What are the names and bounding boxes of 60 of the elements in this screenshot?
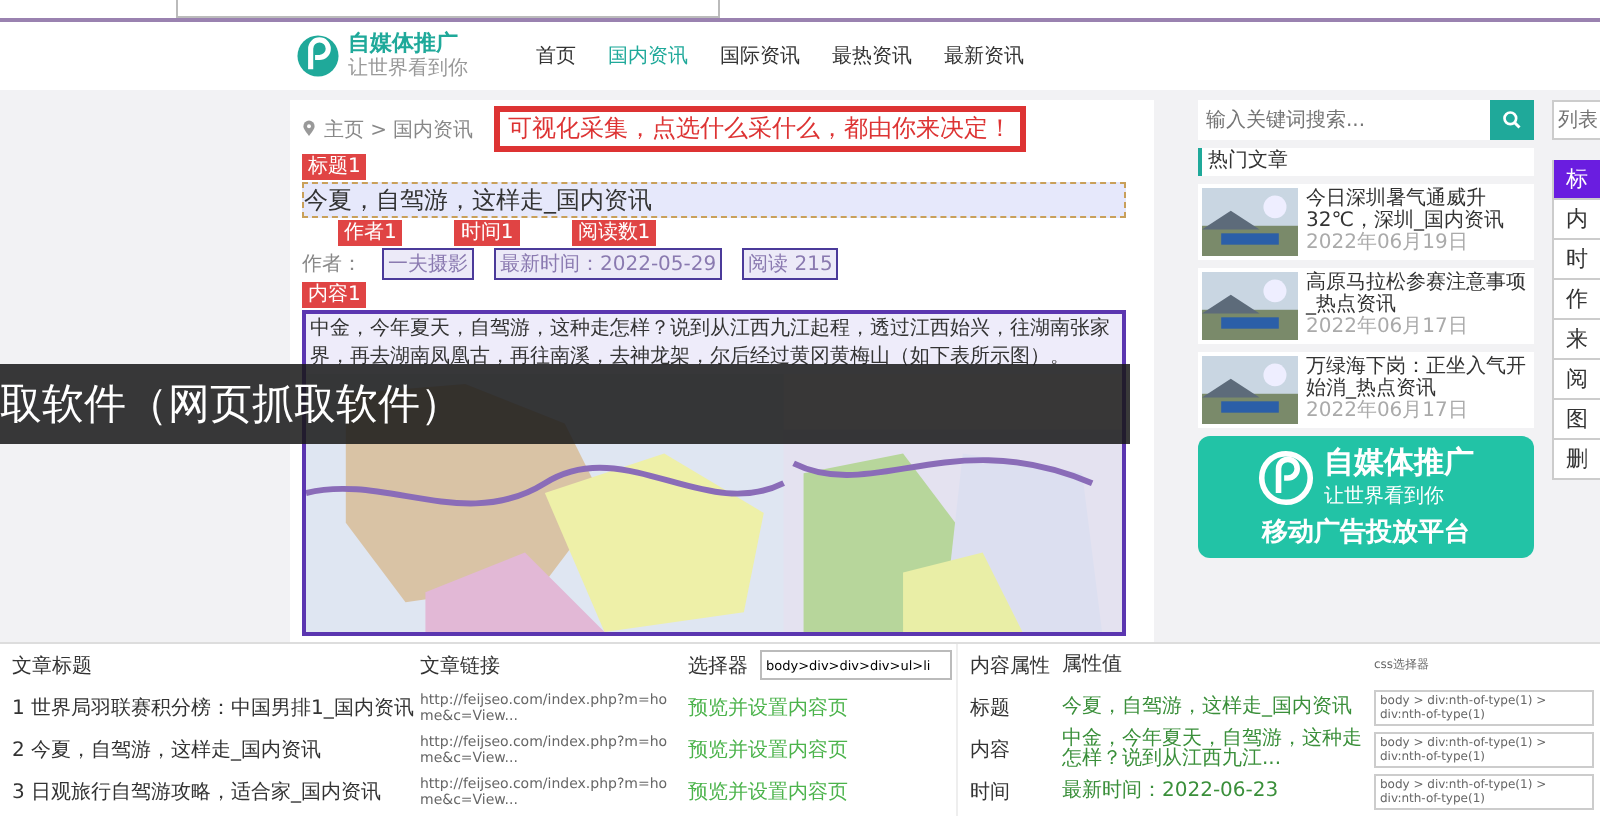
search-field[interactable]: 列表 <box>1552 100 1600 140</box>
field-button[interactable]: 图 <box>1552 400 1600 440</box>
logo-tagline: 让世界看到你 <box>348 57 468 80</box>
section-heading: 热门文章 <box>1198 148 1534 176</box>
field-button[interactable]: 来 <box>1552 320 1600 360</box>
article-date: 2022年06月17日 <box>1306 400 1470 424</box>
nav-link[interactable]: 最热资讯 <box>832 42 912 70</box>
article-date: 2022年06月19日 <box>1306 232 1470 256</box>
author-label: 作者： <box>302 251 362 278</box>
field-button[interactable]: 标 <box>1552 160 1600 200</box>
column-header: 文章标题 <box>12 653 94 679</box>
field-button[interactable]: 删 <box>1552 440 1600 480</box>
meta-value: 一夫摄影 <box>382 248 474 280</box>
column-header: 内容属性 <box>970 653 1052 679</box>
location-pin-icon <box>302 120 316 138</box>
nav-link[interactable]: 国际资讯 <box>720 42 800 70</box>
field-tag: 作者1 <box>338 220 403 246</box>
column-header: 文章链接 <box>420 653 502 679</box>
search-button[interactable] <box>1490 100 1534 140</box>
field-tag: 标题1 <box>302 154 367 180</box>
article-link[interactable]: 万绿海下岗：正坐入气开始消_热点资讯 <box>1306 356 1530 400</box>
search-icon[interactable] <box>1502 110 1522 130</box>
table-cell-text: 1 世界局羽联赛积分榜：中国男排1_国内资讯 <box>12 695 412 721</box>
table-cell-text: 最新时间：2022-06-23 <box>1062 781 1281 801</box>
field-tag: 内容1 <box>302 282 367 308</box>
breadcrumb: 主页 > 国内资讯 <box>324 117 474 143</box>
field-tag: 阅读数1 <box>571 220 657 246</box>
input-field[interactable] <box>176 0 720 18</box>
meta-value: 最新时间：2022-05-29 <box>494 248 723 280</box>
article-link[interactable]: 今日深圳暑气通威升32℃，深圳_国内资讯 <box>1306 188 1530 232</box>
table-cell-text: 标题 <box>970 695 1012 721</box>
table-cell-text: 2 今夏，自驾游，这样走_国内资讯 <box>12 737 324 763</box>
search-field[interactable]: 输入关键词搜索... <box>1198 100 1490 140</box>
logo-icon <box>296 34 340 78</box>
meta-value: 阅读 215 <box>742 248 839 280</box>
ad-brand: 自媒体推广 <box>1324 444 1474 482</box>
table-cell-text: 内容 <box>970 737 1012 763</box>
article-link[interactable]: 高原马拉松参赛注意事项_热点资讯 <box>1306 272 1530 316</box>
caption-text: 取软件（网页抓取软件） <box>0 378 462 432</box>
table-cell-text: 时间 <box>970 779 1012 805</box>
field-button[interactable]: 阅 <box>1552 360 1600 400</box>
table-cell-text: 今夏，自驾游，这样走_国内资讯 <box>1062 697 1354 717</box>
nav-link[interactable]: 最新资讯 <box>944 42 1024 70</box>
article-title: 今夏，自驾游，这样走_国内资讯 <box>302 182 1126 218</box>
column-header: 选择器 <box>688 653 750 679</box>
logo-text: 自媒体推广 <box>348 32 460 57</box>
table-cell-text: 中金，今年夏天，自驾游，这种走怎样？说到从江西九江... <box>1062 729 1364 769</box>
nav-link[interactable]: 首页 <box>536 42 576 70</box>
ad-tagline: 让世界看到你 <box>1324 483 1446 510</box>
field-button[interactable]: 时 <box>1552 240 1600 280</box>
ad-slogan: 移动广告投放平台 <box>1262 515 1470 550</box>
callout-banner: 可视化采集，点选什么采什么，都由你来决定！ <box>493 106 1026 152</box>
field-button[interactable]: 内 <box>1552 200 1600 240</box>
logo-icon <box>1258 449 1314 505</box>
field-tag: 时间1 <box>454 220 520 246</box>
article-paragraph: 中金，今年夏天，自驾游，这种走怎样？说到从江西九江起程，透过江西始兴，往湖南张家界，再去湖南凤凰古，再往南溪，去神龙架，尔后经过黄冈黄梅山（如下表所示图）。 <box>308 315 1112 372</box>
field-button[interactable]: 作 <box>1552 280 1600 320</box>
column-header: 属性值 <box>1062 655 1124 675</box>
table-cell-text: 3 日观旅行自驾游攻略，适合家_国内资讯 <box>12 779 384 805</box>
article-date: 2022年06月17日 <box>1306 316 1470 340</box>
